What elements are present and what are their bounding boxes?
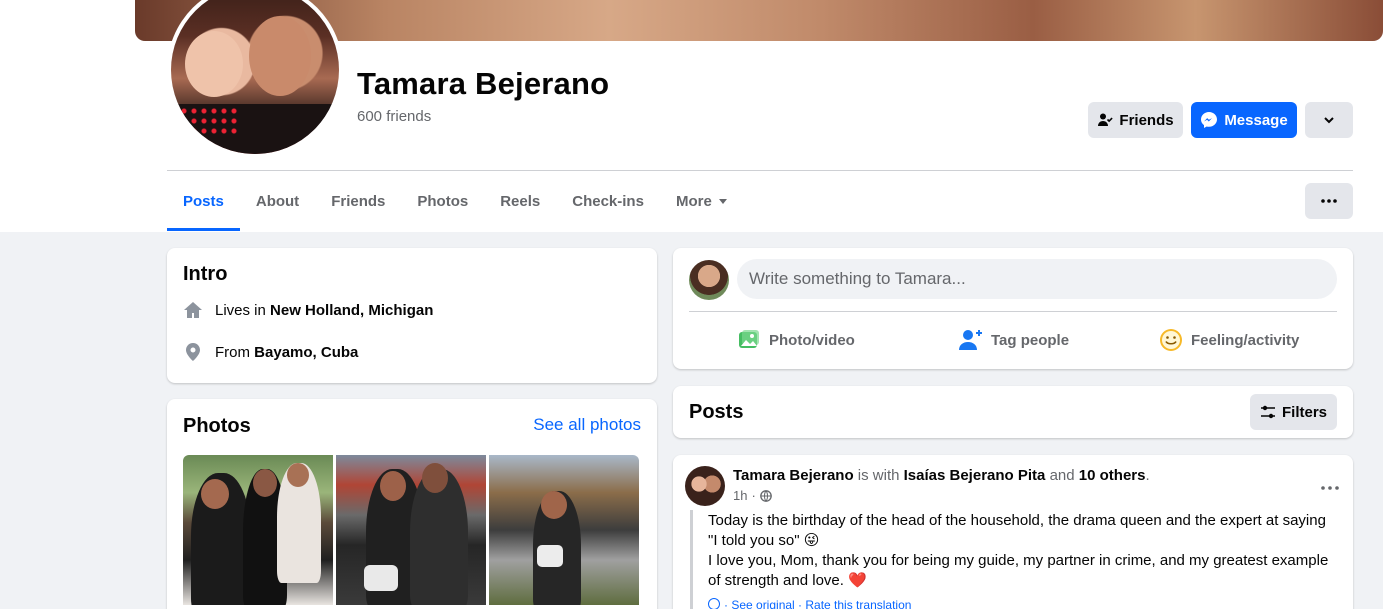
tab-checkins[interactable]: Check-ins — [556, 171, 660, 231]
filters-label: Filters — [1281, 403, 1327, 421]
post-card: Tamara Bejerano is with Isaías Bejerano … — [673, 455, 1353, 609]
post-quote-bar — [690, 510, 693, 609]
feeling-smile-icon — [1160, 329, 1182, 351]
intro-lives-in: Lives in New Holland, Michigan — [183, 300, 433, 320]
post-tagged-person[interactable]: Isaías Bejerano Pita — [904, 467, 1046, 484]
post-meta: 1h · — [733, 488, 772, 503]
photo-video-label: Photo/video — [769, 331, 855, 349]
photo-thumbnail[interactable] — [336, 455, 486, 605]
tag-people-icon — [959, 330, 982, 350]
posts-title: Posts — [689, 401, 744, 423]
tag-people-button[interactable]: Tag people — [959, 326, 1069, 354]
intro-card: Intro Lives in New Holland, Michigan Fro… — [167, 248, 657, 383]
post-author-avatar[interactable] — [685, 466, 725, 506]
post-header: Tamara Bejerano is with Isaías Bejerano … — [733, 467, 1150, 484]
photo-video-button[interactable]: Photo/video — [737, 326, 855, 354]
post-text-line: Today is the birthday of the head of the… — [708, 512, 1326, 549]
intro-from-prefix: From — [215, 343, 250, 361]
composer-input[interactable]: Write something to Tamara... — [737, 259, 1337, 299]
see-original-label[interactable]: · See original · Rate this translation — [724, 598, 911, 609]
photo-thumbnail[interactable] — [489, 455, 639, 605]
message-button[interactable]: Message — [1191, 102, 1297, 138]
friends-check-icon — [1098, 113, 1114, 126]
post-period: . — [1145, 467, 1150, 484]
post-and: and — [1049, 467, 1075, 484]
post-text-line: I love you, Mom, thank you for being my … — [708, 552, 1329, 589]
profile-name: Tamara Bejerano — [357, 66, 610, 101]
feeling-activity-label: Feeling/activity — [1191, 331, 1300, 349]
chevron-down-icon — [1324, 117, 1334, 124]
home-icon — [184, 302, 202, 318]
see-original-translation[interactable]: · See original · Rate this translation — [708, 598, 911, 609]
friends-count[interactable]: 600 friends — [357, 108, 431, 125]
message-button-label: Message — [1224, 111, 1288, 129]
post-time[interactable]: 1h — [733, 488, 747, 503]
composer-avatar[interactable] — [689, 260, 729, 300]
messenger-icon — [1201, 112, 1218, 128]
filters-icon — [1260, 405, 1275, 419]
post-meta-separator: · — [751, 488, 756, 503]
post-composer: Write something to Tamara... Photo/video… — [673, 248, 1353, 369]
post-author[interactable]: Tamara Bejerano — [733, 467, 854, 484]
tab-friends[interactable]: Friends — [315, 171, 401, 231]
intro-title: Intro — [183, 263, 228, 285]
see-all-photos-link[interactable]: See all photos — [533, 415, 641, 435]
feeling-activity-button[interactable]: Feeling/activity — [1159, 326, 1299, 354]
tag-people-label: Tag people — [991, 331, 1070, 349]
caret-down-icon — [718, 198, 727, 204]
tab-about[interactable]: About — [240, 171, 315, 231]
location-pin-icon — [186, 343, 200, 361]
post-is-with: is with — [857, 467, 900, 484]
tab-more-label: More — [675, 192, 712, 210]
profile-avatar[interactable] — [171, 0, 339, 154]
tab-photos[interactable]: Photos — [401, 171, 484, 231]
friends-button-label: Friends — [1119, 111, 1174, 129]
profile-tabs: Posts About Friends Photos Reels Check-i… — [167, 171, 743, 231]
more-dots-icon — [1321, 486, 1339, 490]
photo-video-icon — [739, 330, 759, 348]
tab-more[interactable]: More — [660, 171, 743, 231]
composer-divider — [689, 311, 1337, 312]
profile-more-options-button[interactable] — [1305, 102, 1353, 138]
intro-lives-place[interactable]: New Holland, Michigan — [270, 302, 433, 319]
photos-title: Photos — [183, 415, 251, 437]
globe-icon — [759, 489, 772, 502]
photos-card: Photos See all photos — [167, 399, 657, 609]
tab-posts[interactable]: Posts — [167, 171, 240, 231]
intro-lives-prefix: Lives in — [215, 301, 266, 319]
intro-from-place[interactable]: Bayamo, Cuba — [254, 344, 358, 361]
tabs-more-options-button[interactable] — [1305, 183, 1353, 219]
tab-reels[interactable]: Reels — [484, 171, 556, 231]
posts-section-header: Posts Filters — [673, 386, 1353, 438]
post-options-button[interactable] — [1321, 473, 1339, 496]
friends-button[interactable]: Friends — [1088, 102, 1183, 138]
filters-button[interactable]: Filters — [1250, 394, 1337, 430]
post-text: Today is the birthday of the head of the… — [708, 511, 1338, 591]
intro-from: From Bayamo, Cuba — [183, 342, 358, 362]
translate-icon — [708, 598, 720, 609]
more-dots-icon — [1321, 199, 1337, 203]
post-others-link[interactable]: 10 others — [1079, 467, 1146, 484]
photo-thumbnail[interactable] — [183, 455, 333, 605]
